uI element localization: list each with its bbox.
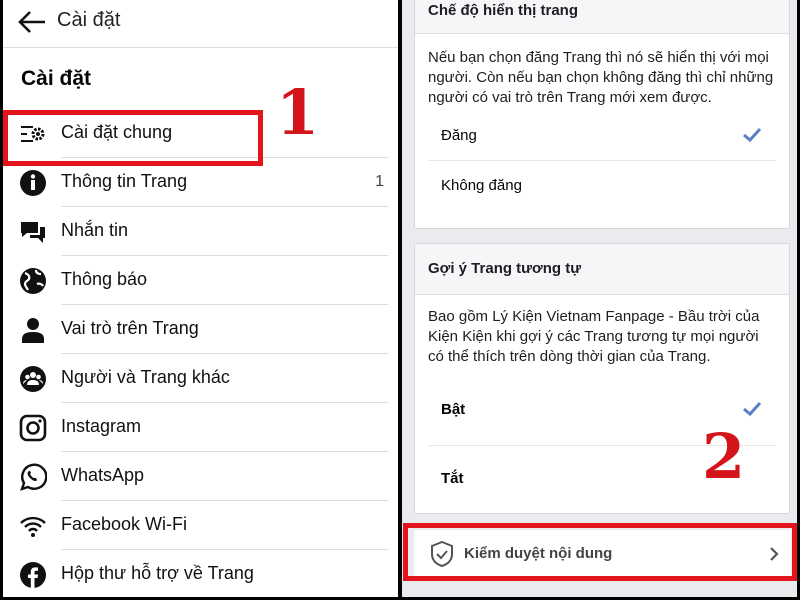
similar-pages-description: Bao gồm Lý Kiện Vietnam Fanpage - Bầu tr… [428, 308, 760, 365]
menu-item-label: Thông báo [61, 269, 148, 289]
messages-icon [21, 222, 45, 243]
menu-item-page-roles[interactable]: Vai trò trên Trang [3, 305, 398, 354]
menu-item-instagram[interactable]: Instagram [3, 403, 398, 452]
step-number-1: 1 [276, 76, 320, 149]
wifi-icon [20, 516, 46, 537]
option-label: Đăng [441, 127, 477, 144]
option-unpublish[interactable]: Không đăng [428, 161, 776, 211]
info-icon [20, 170, 46, 196]
option-label: Tắt [441, 470, 464, 487]
people-icon [20, 366, 46, 392]
menu-item-label: Người và Trang khác [61, 367, 230, 387]
menu-item-label: Instagram [61, 416, 142, 436]
option-label: Không đăng [441, 177, 522, 194]
visibility-card: Chế độ hiển thị trang Nếu bạn chọn đăng … [414, 0, 790, 229]
menu-item-facebook-wifi[interactable]: Facebook Wi-Fi [3, 501, 398, 550]
menu-item-label: WhatsApp [61, 465, 145, 485]
check-icon [743, 401, 762, 417]
section-title: Cài đặt [21, 67, 92, 90]
instagram-icon [19, 414, 47, 442]
menu-item-notifications[interactable]: Thông báo [3, 256, 398, 305]
facebook-icon [20, 562, 46, 588]
menu-item-whatsapp[interactable]: WhatsApp [3, 452, 398, 501]
settings-panel: Cài đặt Cài đặt Cài đặt chung Thông tin … [3, 0, 398, 597]
similar-pages-title: Gợi ý Trang tương tự [415, 244, 789, 295]
menu-item-label: Nhắn tin [61, 220, 129, 240]
menu-item-people-pages[interactable]: Người và Trang khác [3, 354, 398, 403]
globe-icon [20, 268, 46, 294]
option-label: Bật [441, 401, 466, 418]
menu-item-label: Vai trò trên Trang [61, 318, 199, 338]
highlight-box-content-moderation [403, 523, 797, 581]
option-publish[interactable]: Đăng [428, 111, 776, 161]
check-icon [743, 127, 762, 143]
top-bar: Cài đặt [3, 0, 398, 48]
top-bar-title: Cài đặt [57, 9, 121, 31]
highlight-box-general-settings [3, 110, 263, 166]
menu-item-label: Thông tin Trang [61, 171, 188, 191]
menu-item-label: Hộp thư hỗ trợ về Trang [61, 563, 254, 583]
menu-item-label: Facebook Wi-Fi [61, 514, 188, 534]
step-number-2: 2 [702, 420, 746, 493]
menu-item-messaging[interactable]: Nhắn tin [3, 207, 398, 256]
whatsapp-icon [20, 463, 47, 491]
menu-item-support-inbox[interactable]: Hộp thư hỗ trợ về Trang [3, 550, 398, 597]
visibility-description: Nếu bạn chọn đăng Trang thì nó sẽ hiển t… [428, 49, 774, 106]
back-arrow-icon[interactable] [17, 9, 47, 35]
menu-item-count: 1 [375, 173, 384, 190]
page-settings-panel: Chế độ hiển thị trang Nếu bạn chọn đăng … [402, 0, 797, 597]
visibility-title: Chế độ hiển thị trang [415, 0, 789, 34]
person-icon [22, 318, 44, 343]
